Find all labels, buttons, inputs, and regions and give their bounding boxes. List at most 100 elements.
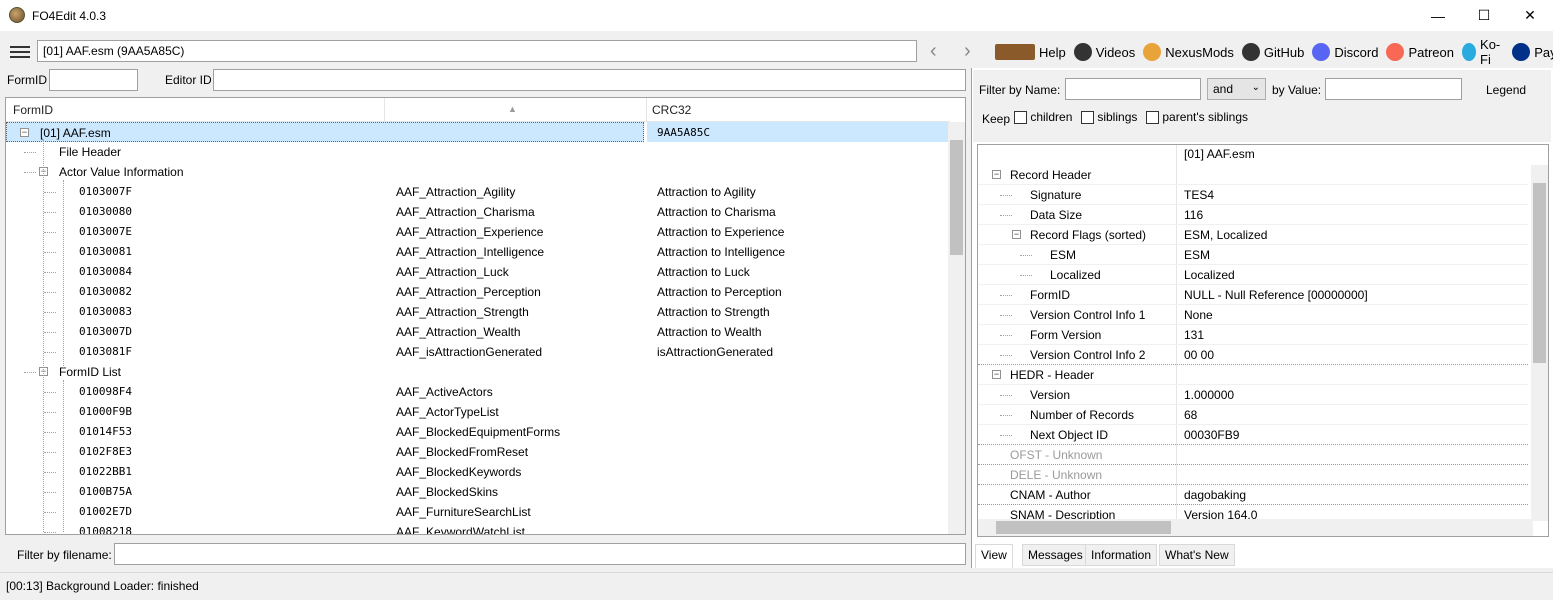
- maximize-button[interactable]: ☐: [1461, 0, 1507, 31]
- record-tree[interactable]: FormID ▲ CRC32 − [01] AAF.esm 9AA5A85C File…: [5, 97, 966, 535]
- filter-by-name-input[interactable]: [1065, 78, 1201, 100]
- formid-cell: [01] AAF.esm: [40, 126, 111, 140]
- link-ko-fi[interactable]: Ko-Fi: [1462, 37, 1504, 67]
- field-name: Record Header: [1010, 168, 1092, 182]
- record-row[interactable]: ESM ESM: [978, 245, 1528, 265]
- field-name: Version Control Info 2: [1030, 348, 1146, 362]
- record-scroll-thumb[interactable]: [1533, 183, 1546, 363]
- formid-input[interactable]: [49, 69, 138, 91]
- tree-scroll-thumb[interactable]: [950, 140, 963, 255]
- link-discord[interactable]: Discord: [1312, 43, 1378, 61]
- formid-cell: 0103007E: [79, 225, 132, 238]
- field-value: 00 00: [1184, 348, 1215, 362]
- tree-row[interactable]: 0103081F AAF_isAttractionGenerated isAttra…: [6, 342, 950, 362]
- record-vertical-scrollbar[interactable]: [1531, 165, 1548, 521]
- link-help[interactable]: Help: [995, 44, 1066, 60]
- tree-row[interactable]: 01030083 AAF_Attraction_Strength Attractio…: [6, 302, 950, 322]
- field-value: 1.000000: [1184, 388, 1235, 402]
- collapse-icon[interactable]: −: [20, 128, 29, 137]
- forward-arrow-icon[interactable]: ›: [964, 40, 971, 63]
- tree-row[interactable]: File Header: [6, 142, 950, 162]
- link-nexusmods[interactable]: NexusMods: [1143, 43, 1234, 61]
- back-arrow-icon[interactable]: ‹: [930, 40, 937, 63]
- record-row[interactable]: FormID NULL - Null Reference [00000000]: [978, 285, 1528, 305]
- tree-row[interactable]: 01030082 AAF_Attraction_Perception Attract…: [6, 282, 950, 302]
- legend-button[interactable]: Legend: [1486, 83, 1526, 97]
- tree-row[interactable]: 0100B75A AAF_BlockedSkins: [6, 482, 950, 502]
- record-horizontal-scrollbar[interactable]: [978, 519, 1533, 536]
- field-name: ESM: [1050, 248, 1077, 262]
- record-row[interactable]: − Record Flags (sorted) ESM, Localized: [978, 225, 1528, 245]
- formid-cell: 0100B75A: [79, 485, 132, 498]
- tab-what-s-new[interactable]: What's New: [1159, 544, 1235, 566]
- record-row[interactable]: Data Size 116: [978, 205, 1528, 225]
- chevron-down-icon: ⌄: [1251, 82, 1260, 93]
- tree-vertical-scrollbar[interactable]: [948, 122, 965, 534]
- close-button[interactable]: ✕: [1507, 0, 1553, 31]
- tree-row[interactable]: 01030084 AAF_Attraction_Luck Attraction to…: [6, 262, 950, 282]
- record-row[interactable]: − Record Header: [978, 165, 1528, 185]
- link-patreon[interactable]: Patreon: [1386, 43, 1454, 61]
- field-name: CNAM - Author: [1010, 488, 1091, 502]
- filter-operator-select[interactable]: and ⌄: [1207, 78, 1266, 100]
- record-row[interactable]: Version Control Info 1 None: [978, 305, 1528, 325]
- link-paypal[interactable]: PayPal: [1512, 43, 1553, 61]
- tree-row[interactable]: − Actor Value Information: [6, 162, 950, 182]
- record-grid[interactable]: [01] AAF.esm − Record Header Signature TES4…: [977, 144, 1549, 537]
- record-row[interactable]: OFST - Unknown: [978, 445, 1528, 465]
- path-field[interactable]: [01] AAF.esm (9AA5A85C): [37, 40, 917, 62]
- tree-row[interactable]: 0103007E AAF_Attraction_Experience Attract…: [6, 222, 950, 242]
- editorid-input[interactable]: [213, 69, 966, 91]
- tab-information[interactable]: Information: [1085, 544, 1158, 566]
- record-row[interactable]: DELE - Unknown: [978, 465, 1528, 485]
- record-row[interactable]: Next Object ID 00030FB9: [978, 425, 1528, 445]
- tree-row[interactable]: 01008218 AAF_KeywordWatchList: [6, 522, 950, 535]
- keep-parents-siblings-checkbox[interactable]: parent's siblings: [1146, 110, 1248, 125]
- field-value: ESM, Localized: [1184, 228, 1268, 242]
- formid-cell: 0103007F: [79, 185, 132, 198]
- record-header-value: [01] AAF.esm: [1184, 147, 1255, 161]
- keep-children-checkbox[interactable]: children: [1014, 110, 1073, 125]
- tree-row[interactable]: 01002E7D AAF_FurnitureSearchList: [6, 502, 950, 522]
- link-github[interactable]: GitHub: [1241, 43, 1304, 61]
- tree-row[interactable]: 010098F4 AAF_ActiveActors: [6, 382, 950, 402]
- record-row[interactable]: Signature TES4: [978, 185, 1528, 205]
- record-row[interactable]: − HEDR - Header: [978, 365, 1528, 385]
- tree-row[interactable]: 01014F53 AAF_BlockedEquipmentForms: [6, 422, 950, 442]
- tree-row[interactable]: 01000F9B AAF_ActorTypeList: [6, 402, 950, 422]
- tree-row[interactable]: 0102F8E3 AAF_BlockedFromReset: [6, 442, 950, 462]
- filter-filename-input[interactable]: [114, 543, 966, 565]
- link-videos[interactable]: Videos: [1073, 43, 1135, 61]
- formid-cell: 01008218: [79, 525, 132, 535]
- keep-children-label: children: [1030, 110, 1073, 124]
- tree-row[interactable]: − [01] AAF.esm 9AA5A85C: [6, 122, 951, 142]
- keep-siblings-checkbox[interactable]: siblings: [1081, 110, 1137, 125]
- sort-arrow-icon[interactable]: ▲: [508, 104, 517, 114]
- collapse-icon[interactable]: −: [1012, 230, 1021, 239]
- tab-view[interactable]: View: [975, 544, 1013, 568]
- record-row[interactable]: Localized Localized: [978, 265, 1528, 285]
- record-row[interactable]: Form Version 131: [978, 325, 1528, 345]
- record-row[interactable]: CNAM - Author dagobaking: [978, 485, 1528, 505]
- minimize-button[interactable]: —: [1415, 0, 1461, 31]
- tab-messages[interactable]: Messages: [1022, 544, 1089, 566]
- column-crc32[interactable]: CRC32: [652, 103, 691, 117]
- collapse-icon[interactable]: −: [992, 170, 1001, 179]
- column-formid[interactable]: FormID: [13, 103, 53, 117]
- record-row[interactable]: Number of Records 68: [978, 405, 1528, 425]
- collapse-icon[interactable]: −: [992, 370, 1001, 379]
- field-value: Localized: [1184, 268, 1235, 282]
- field-name: FormID: [1030, 288, 1070, 302]
- tree-row[interactable]: 01030080 AAF_Attraction_Charisma Attractio…: [6, 202, 950, 222]
- record-row[interactable]: Version 1.000000: [978, 385, 1528, 405]
- field-name: Form Version: [1030, 328, 1102, 342]
- tree-row[interactable]: − FormID List: [6, 362, 950, 382]
- tree-row[interactable]: 0103007D AAF_Attraction_Wealth Attraction …: [6, 322, 950, 342]
- tree-row[interactable]: 0103007F AAF_Attraction_Agility Attraction…: [6, 182, 950, 202]
- menu-icon[interactable]: [10, 46, 30, 58]
- record-row[interactable]: Version Control Info 2 00 00: [978, 345, 1528, 365]
- tree-row[interactable]: 01022BB1 AAF_BlockedKeywords: [6, 462, 950, 482]
- filter-by-value-input[interactable]: [1325, 78, 1462, 100]
- tree-row[interactable]: 01030081 AAF_Attraction_Intelligence Attra…: [6, 242, 950, 262]
- record-hscroll-thumb[interactable]: [996, 521, 1171, 534]
